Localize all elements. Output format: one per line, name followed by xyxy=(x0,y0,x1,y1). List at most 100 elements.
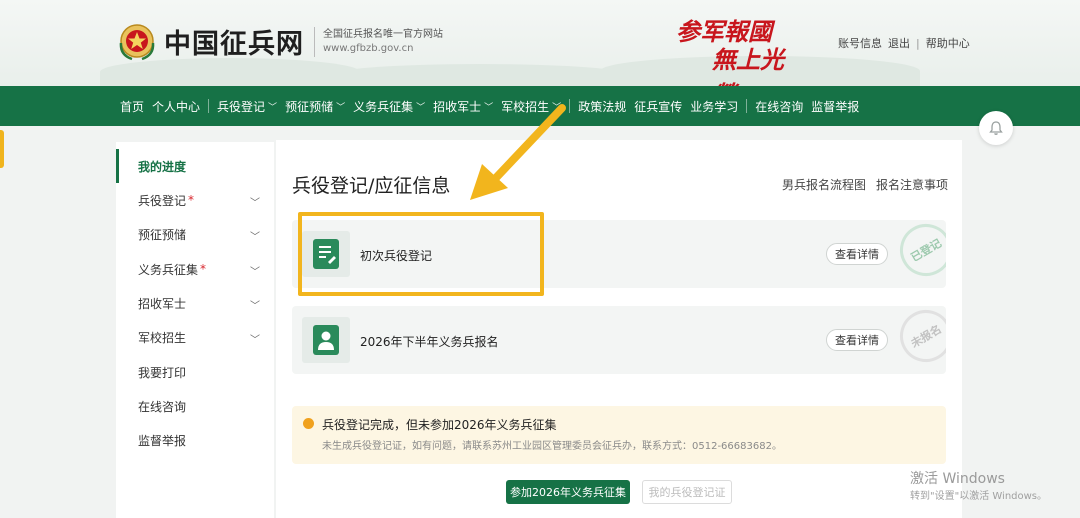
person-id-icon xyxy=(302,317,350,363)
windows-activation-subtext: 转到"设置"以激活 Windows。 xyxy=(910,491,1048,502)
sidebar-item-label: 我要打印 xyxy=(138,365,187,380)
nav-item-label: 义务兵征集 xyxy=(353,99,414,114)
site-header: 中国征兵网 全国征兵报名唯一官方网站 www.gfbzb.gov.cn 参军報國… xyxy=(0,0,1080,86)
sidebar-item-nco-recruit[interactable]: 招收军士 ﹀ xyxy=(116,286,274,320)
sidebar-item-label: 监督举报 xyxy=(138,433,187,448)
sidebar-item-pre-enlistment[interactable]: 预征预储 ﹀ xyxy=(116,217,274,251)
header-links: 男兵报名流程图 报名注意事项 xyxy=(772,176,948,193)
chevron-down-icon: ﹀ xyxy=(552,102,562,113)
chevron-down-icon: ﹀ xyxy=(250,267,260,278)
join-conscription-button[interactable]: 参加2026年义务兵征集 xyxy=(506,480,630,504)
nav-items: 首页 个人中心 兵役登记 ﹀ 预征预储 ﹀ 义务兵征集 ﹀ 招收军士 ﹀ 军校招生 ﹀ 政… xyxy=(116,86,863,126)
nav-item-policy[interactable]: 政策法规 xyxy=(574,86,630,126)
sidebar-item-label: 军校招生 xyxy=(138,330,187,345)
my-certificate-button: 我的兵役登记证 xyxy=(642,480,732,504)
nav-item-label: 兵役登记 xyxy=(217,99,266,114)
nav-divider xyxy=(208,99,210,113)
nav-item-academy[interactable]: 军校招生 ﹀ xyxy=(497,86,565,126)
chevron-down-icon: ﹀ xyxy=(416,102,426,113)
site-slogan: 全国征兵报名唯一官方网站 xyxy=(323,28,443,40)
registered-stamp: 已登记 xyxy=(890,220,946,286)
header-decoration xyxy=(100,58,360,86)
notice-title: 兵役登记完成，但未参加2026年义务兵征集 xyxy=(322,418,557,432)
top-links-separator: | xyxy=(916,36,920,50)
site-logo[interactable]: 中国征兵网 全国征兵报名唯一官方网站 www.gfbzb.gov.cn xyxy=(116,22,443,61)
top-links: 账号信息 退出 | 帮助中心 xyxy=(838,35,970,51)
sidebar-item-label: 在线咨询 xyxy=(138,399,187,414)
nav-item-consult[interactable]: 在线咨询 xyxy=(751,86,807,126)
sidebar-item-print[interactable]: 我要打印 xyxy=(116,355,274,389)
view-details-button[interactable]: 查看详情 xyxy=(826,243,888,265)
sidebar-item-registration[interactable]: 兵役登记 * ﹀ xyxy=(116,183,274,217)
chevron-down-icon: ﹀ xyxy=(250,301,260,312)
nav-item-personal-center[interactable]: 个人中心 xyxy=(148,86,204,126)
nav-item-label: 个人中心 xyxy=(152,99,201,114)
chevron-down-icon: ﹀ xyxy=(250,232,260,243)
nav-item-label: 政策法规 xyxy=(578,99,627,114)
header-decoration xyxy=(330,64,630,86)
chevron-down-icon: ﹀ xyxy=(268,102,278,113)
windows-activation-title: 激活 Windows xyxy=(910,471,1005,487)
card-title: 2026年下半年义务兵报名 xyxy=(360,335,499,349)
account-info-link[interactable]: 账号信息 xyxy=(838,35,882,51)
nav-divider xyxy=(569,99,571,113)
logout-link[interactable]: 退出 xyxy=(888,35,910,51)
required-star: * xyxy=(188,193,195,207)
nav-item-nco-recruit[interactable]: 招收军士 ﹀ xyxy=(429,86,497,126)
nav-item-label: 军校招生 xyxy=(501,99,550,114)
highlight-box xyxy=(298,212,544,296)
sidebar: 我的进度 兵役登记 * ﹀ 预征预储 ﹀ 义务兵征集 * ﹀ 招收军士 ﹀ 军校招生 ﹀ 我要… xyxy=(116,142,274,518)
sidebar-item-conscription[interactable]: 义务兵征集 * ﹀ xyxy=(116,252,274,286)
sidebar-item-report[interactable]: 监督举报 xyxy=(116,423,274,457)
warning-dot-icon xyxy=(303,418,314,429)
calligraphy-slogan: 参军報國 無上光榮 xyxy=(672,12,802,86)
nav-item-report[interactable]: 监督举报 xyxy=(807,86,863,126)
sidebar-item-label: 兵役登记 xyxy=(138,193,187,208)
nav-item-registration[interactable]: 兵役登记 ﹀ xyxy=(213,86,281,126)
nav-item-label: 征兵宣传 xyxy=(634,99,683,114)
calligraphy-line-2: 無上光榮 xyxy=(712,45,784,86)
notice-link[interactable]: 报名注意事项 xyxy=(876,176,948,193)
notice-subtext: 未生成兵役登记证，如有问题，请联系苏州工业园区管理委员会征兵办，联系方式：051… xyxy=(322,441,782,452)
nav-item-label: 在线咨询 xyxy=(755,99,804,114)
nav-item-label: 监督举报 xyxy=(811,99,860,114)
nav-item-label: 业务学习 xyxy=(690,99,739,114)
sidebar-item-consult[interactable]: 在线咨询 xyxy=(116,389,274,423)
bell-icon[interactable] xyxy=(979,111,1013,145)
logo-divider xyxy=(314,26,315,57)
flowchart-link[interactable]: 男兵报名流程图 xyxy=(782,176,866,193)
page-title: 兵役登记/应征信息 xyxy=(292,175,451,197)
nav-item-publicity[interactable]: 征兵宣传 xyxy=(630,86,686,126)
chevron-down-icon: ﹀ xyxy=(336,102,346,113)
site-name: 中国征兵网 xyxy=(164,29,304,60)
help-center-link[interactable]: 帮助中心 xyxy=(926,35,970,51)
sidebar-item-my-progress[interactable]: 我的进度 xyxy=(116,149,274,183)
card-conscription-signup: 2026年下半年义务兵报名 查看详情 未报名 xyxy=(292,306,946,374)
nav-item-label: 招收军士 xyxy=(433,99,482,114)
nav-divider xyxy=(746,99,748,113)
main-nav: 首页 个人中心 兵役登记 ﹀ 预征预储 ﹀ 义务兵征集 ﹀ 招收军士 ﹀ 军校招生 ﹀ 政… xyxy=(0,86,1080,126)
chevron-down-icon: ﹀ xyxy=(250,198,260,209)
stamp-label: 已登记 xyxy=(908,236,944,265)
nav-item-home[interactable]: 首页 xyxy=(116,86,148,126)
nav-item-learning[interactable]: 业务学习 xyxy=(686,86,742,126)
not-registered-stamp: 未报名 xyxy=(890,306,946,372)
nav-item-conscription[interactable]: 义务兵征集 ﹀ xyxy=(349,86,429,126)
chevron-down-icon: ﹀ xyxy=(484,102,494,113)
required-star: * xyxy=(200,262,207,276)
army-emblem-icon xyxy=(116,23,158,61)
status-notice: 兵役登记完成，但未参加2026年义务兵征集 未生成兵役登记证，如有问题，请联系苏… xyxy=(292,406,946,464)
sidebar-item-label: 义务兵征集 xyxy=(138,262,199,277)
sidebar-item-label: 我的进度 xyxy=(138,159,187,174)
sidebar-item-label: 招收军士 xyxy=(138,296,187,311)
view-details-button[interactable]: 查看详情 xyxy=(826,329,888,351)
stamp-label: 未报名 xyxy=(908,322,944,351)
nav-item-label: 预征预储 xyxy=(285,99,334,114)
nav-item-pre-enlistment[interactable]: 预征预储 ﹀ xyxy=(281,86,349,126)
nav-item-label: 首页 xyxy=(120,99,145,114)
main-panel: 兵役登记/应征信息 男兵报名流程图 报名注意事项 初次兵役登记 查看详情 已登记… xyxy=(276,140,962,518)
site-slogan-block: 全国征兵报名唯一官方网站 www.gfbzb.gov.cn xyxy=(323,28,443,56)
sidebar-item-academy[interactable]: 军校招生 ﹀ xyxy=(116,320,274,354)
side-float-tab[interactable] xyxy=(0,130,4,168)
chevron-down-icon: ﹀ xyxy=(250,335,260,346)
